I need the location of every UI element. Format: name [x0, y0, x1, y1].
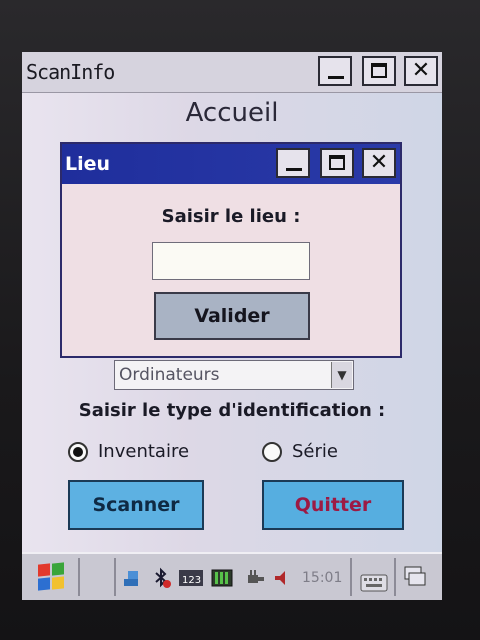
maximize-button[interactable]	[362, 56, 396, 86]
window-title: ScanInfo	[26, 60, 115, 84]
taskbar-divider	[394, 558, 396, 596]
close-icon: ✕	[411, 58, 431, 83]
maximize-icon	[329, 155, 345, 170]
maximize-icon	[371, 63, 387, 78]
power-plug-icon[interactable]	[244, 567, 266, 589]
taskbar-divider	[114, 558, 116, 596]
valider-button[interactable]: Valider	[154, 292, 310, 340]
radio-unselected-icon	[262, 442, 282, 462]
close-icon: ✕	[369, 150, 389, 175]
radio-serie[interactable]: Série	[262, 440, 382, 466]
taskbar-divider	[350, 558, 352, 596]
radio-inventaire-label: Inventaire	[98, 441, 190, 462]
dialog-minimize-button[interactable]	[276, 148, 310, 178]
radio-inventaire[interactable]: Inventaire	[68, 440, 238, 466]
scanner-button[interactable]: Scanner	[68, 480, 204, 530]
windows-start-icon[interactable]	[36, 562, 66, 592]
lieu-dialog: Lieu ✕ Saisir le lieu : Valider	[60, 142, 402, 358]
close-button[interactable]: ✕	[404, 56, 438, 86]
minimize-icon	[328, 76, 344, 79]
taskbar: 123 15:01	[22, 552, 442, 600]
identification-label: Saisir le type d'identification :	[78, 400, 386, 421]
svg-text:123: 123	[182, 575, 201, 586]
dialog-close-button[interactable]: ✕	[362, 148, 396, 178]
bluetooth-icon[interactable]	[150, 567, 172, 589]
taskbar-divider	[78, 558, 80, 596]
network-icon[interactable]	[122, 567, 144, 589]
dialog-title: Lieu	[65, 153, 111, 175]
category-select-value: Ordinateurs	[119, 365, 220, 385]
chevron-down-icon[interactable]: ▼	[331, 362, 352, 388]
category-select[interactable]: Ordinateurs ▼	[114, 360, 354, 390]
windows-switch-icon[interactable]	[402, 562, 428, 592]
page-title: Accueil	[185, 98, 279, 128]
minimize-button[interactable]	[318, 56, 352, 86]
screen: ScanInfo ✕ Accueil Lieu ✕ Saisir le lieu…	[22, 52, 442, 600]
radio-selected-icon	[68, 442, 88, 462]
dialog-titlebar: Lieu ✕	[62, 144, 400, 184]
clock[interactable]: 15:01	[302, 570, 342, 586]
speaker-icon[interactable]	[272, 567, 294, 589]
keyboard-icon[interactable]	[360, 566, 388, 596]
quitter-button[interactable]: Quitter	[262, 480, 404, 530]
lieu-prompt: Saisir le lieu :	[161, 206, 301, 227]
window-titlebar: ScanInfo ✕	[22, 52, 442, 93]
dialog-maximize-button[interactable]	[320, 148, 354, 178]
radio-serie-label: Série	[292, 441, 338, 462]
keypad-123-icon[interactable]: 123	[178, 567, 204, 589]
battery-icon[interactable]	[210, 567, 236, 589]
lieu-input[interactable]	[152, 242, 310, 280]
minimize-icon	[286, 168, 302, 171]
